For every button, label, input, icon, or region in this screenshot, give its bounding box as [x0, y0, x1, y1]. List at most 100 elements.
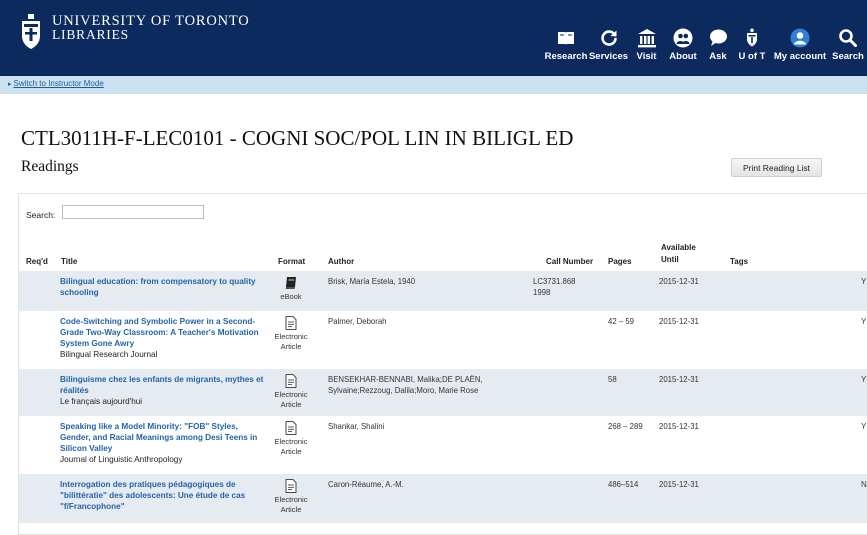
reading-source: Journal of Linguistic Anthropology [60, 455, 183, 464]
building-icon [637, 29, 656, 48]
main-nav: Research Services Visit About Ask U of T… [545, 0, 867, 75]
switch-instructor-mode-label: Switch to Instructor Mode [13, 79, 104, 88]
nav-uoft[interactable]: U of T [733, 0, 771, 75]
user-icon [790, 28, 810, 48]
truncated-column-cell: Y [861, 277, 867, 286]
format-cell: Electronic Article [273, 374, 309, 409]
reading-title-link[interactable]: Bilingual education: from compensatory t… [60, 276, 268, 298]
chat-bubble-icon [710, 29, 727, 46]
triangle-right-icon: ▸ [8, 81, 12, 88]
print-reading-list-button[interactable]: Print Reading List [731, 158, 822, 177]
table-row: Bilinguisme chez les enfants de migrants… [19, 369, 867, 416]
nav-search[interactable]: Search [829, 0, 867, 75]
reading-title-cell: Bilinguisme chez les enfants de migrants… [60, 374, 268, 407]
reading-title-link[interactable]: Bilinguisme chez les enfants de migrants… [60, 374, 268, 396]
nav-ask[interactable]: Ask [703, 0, 733, 75]
available-until-cell: 2015-12-31 [659, 480, 699, 489]
format-cell: Electronic Article [273, 316, 309, 351]
header-available-until[interactable]: Available Until [661, 242, 696, 266]
nav-services-label: Services [588, 51, 629, 62]
site-header: UNIVERSITY OF TORONTO LIBRARIES Research… [0, 0, 867, 76]
readings-heading: Readings [21, 158, 79, 175]
table-row: Speaking like a Model Minority: "FOB" St… [19, 416, 867, 474]
crest-icon [747, 28, 757, 47]
format-label: Electronic Article [274, 390, 308, 409]
author-cell: Palmer, Deborah [328, 317, 387, 326]
table-row: Code-Switching and Symbolic Power in a S… [19, 311, 867, 369]
nav-about[interactable]: About [663, 0, 703, 75]
reading-title-link[interactable]: Code-Switching and Symbolic Power in a S… [60, 316, 268, 349]
format-label: Electronic Article [274, 437, 308, 456]
author-cell: Caron-Réaume, A.-M. [328, 480, 404, 489]
table-row: Bilingual education: from compensatory t… [19, 271, 867, 311]
reading-title-cell: Interrogation des pratiques pédagogiques… [60, 479, 268, 512]
refresh-icon [600, 30, 617, 46]
logo-line1: UNIVERSITY OF TORONTO [52, 13, 250, 29]
table-row: Interrogation des pratiques pédagogiques… [19, 474, 867, 523]
available-until-cell: 2015-12-31 [659, 317, 699, 326]
header-available-line1: Available [661, 243, 696, 252]
truncated-column-cell: Y [861, 317, 867, 326]
course-title: CTL3011H-F-LEC0101 - COGNI SOC/POL LIN I… [21, 126, 574, 150]
people-icon [673, 28, 693, 48]
call-number-cell: LC3731.868 1998 [533, 277, 576, 297]
truncated-column-cell: Y [861, 422, 867, 431]
document-icon [285, 374, 297, 388]
nav-my-account[interactable]: My account [771, 0, 829, 75]
format-cell: eBook [273, 276, 309, 302]
book-icon [558, 32, 574, 45]
nav-visit-label: Visit [636, 51, 657, 62]
reading-source: Le français aujourd'hui [60, 397, 143, 406]
author-cell: Brisk, María Estela, 1940 [328, 277, 416, 286]
pages-cell: 42 – 59 [608, 317, 635, 326]
pages-cell: 58 [608, 375, 617, 384]
nav-uoft-label: U of T [738, 51, 766, 62]
reading-title-link[interactable]: Interrogation des pratiques pédagogiques… [60, 479, 268, 512]
available-until-cell: 2015-12-31 [659, 422, 699, 431]
format-label: Electronic Article [274, 332, 308, 351]
header-format[interactable]: Format [278, 257, 305, 266]
nav-my-account-label: My account [773, 51, 827, 62]
logo-text: UNIVERSITY OF TORONTO LIBRARIES [52, 14, 250, 42]
reading-title-cell: Code-Switching and Symbolic Power in a S… [60, 316, 268, 360]
header-tags[interactable]: Tags [730, 257, 748, 266]
available-until-cell: 2015-12-31 [659, 375, 699, 384]
logo-line2: LIBRARIES [52, 27, 129, 42]
nav-research-label: Research [544, 51, 588, 62]
instructor-mode-bar: ▸ Switch to Instructor Mode [0, 76, 867, 94]
header-author[interactable]: Author [328, 257, 354, 266]
crest-icon [22, 14, 40, 49]
reading-title-link[interactable]: Speaking like a Model Minority: "FOB" St… [60, 421, 268, 454]
nav-visit[interactable]: Visit [630, 0, 663, 75]
search-icon [839, 29, 857, 47]
truncated-column-cell: Y [861, 375, 867, 384]
nav-services[interactable]: Services [587, 0, 630, 75]
university-logo[interactable]: UNIVERSITY OF TORONTO LIBRARIES [20, 14, 250, 50]
pages-cell: 268 – 289 [608, 422, 643, 431]
truncated-column-cell: N [861, 480, 867, 489]
author-cell: BENSEKHAR-BENNABI, Malika;DE PLAËN, Sylv… [328, 375, 483, 395]
document-icon [285, 421, 297, 435]
search-label: Search: [26, 210, 56, 220]
document-icon [285, 479, 297, 493]
header-reqd[interactable]: Req'd [26, 257, 48, 266]
header-pages[interactable]: Pages [608, 257, 632, 266]
switch-instructor-mode-link[interactable]: ▸ Switch to Instructor Mode [8, 79, 104, 88]
header-title[interactable]: Title [61, 257, 77, 266]
reading-title-cell: Speaking like a Model Minority: "FOB" St… [60, 421, 268, 465]
available-until-cell: 2015-12-31 [659, 277, 699, 286]
format-label: Electronic Article [274, 495, 308, 514]
nav-research[interactable]: Research [545, 0, 587, 75]
nav-about-label: About [669, 51, 697, 62]
search-input[interactable] [62, 205, 204, 219]
format-cell: Electronic Article [273, 479, 309, 514]
reading-source: Bilingual Research Journal [60, 350, 158, 359]
document-icon [285, 316, 297, 330]
ebook-icon [285, 277, 296, 289]
header-call-number[interactable]: Call Number [546, 257, 593, 266]
header-available-line2: Until [661, 255, 679, 264]
author-cell: Shankar, Shalini [328, 422, 385, 431]
nav-ask-label: Ask [709, 51, 727, 62]
reading-title-cell: Bilingual education: from compensatory t… [60, 276, 268, 298]
format-cell: Electronic Article [273, 421, 309, 456]
